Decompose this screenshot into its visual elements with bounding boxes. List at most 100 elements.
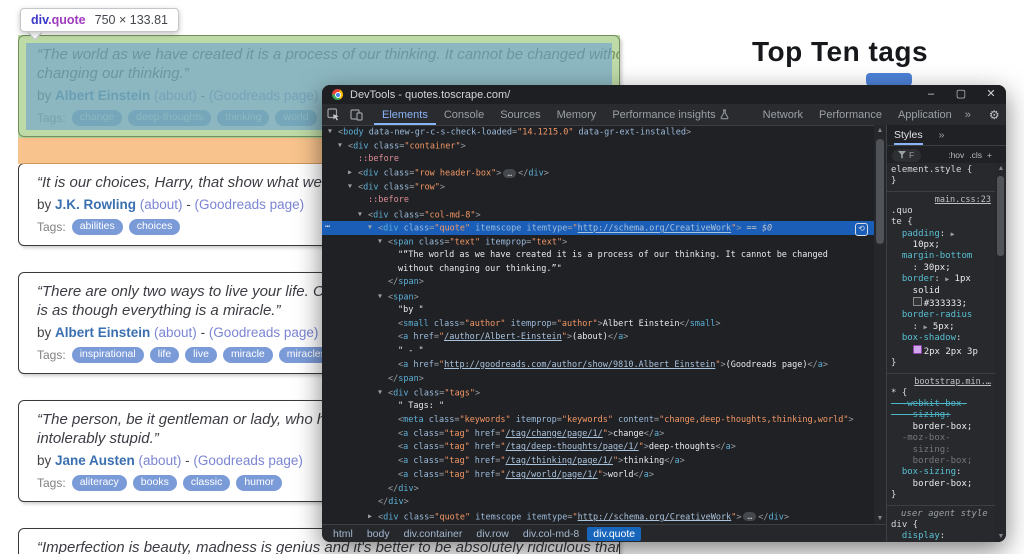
style-declaration[interactable]: element.style { (891, 165, 993, 176)
style-declaration[interactable]: border-box; (891, 479, 993, 490)
dom-tree-node[interactable]: <a href="http://goodreads.com/author/sho… (322, 359, 874, 373)
style-declaration[interactable]: margin-bottom (891, 251, 993, 262)
styles-scroll-down-icon[interactable]: ▼ (995, 533, 1006, 540)
style-declaration[interactable]: -moz-box- (891, 433, 993, 444)
scroll-down-icon[interactable]: ▼ (874, 515, 886, 522)
style-declaration[interactable]: * { (891, 388, 993, 399)
breadcrumb-div-row[interactable]: div.row (470, 527, 514, 541)
dom-tree-node[interactable]: </div> (322, 496, 874, 510)
breadcrumb-div-col-md-8[interactable]: div.col-md-8 (517, 527, 585, 541)
breadcrumb-div-container[interactable]: div.container (398, 527, 469, 541)
breadcrumb-body[interactable]: body (361, 527, 396, 541)
style-declaration[interactable]: sizing: (891, 410, 993, 421)
styles-filter-input[interactable]: F (892, 149, 921, 162)
goodreads-link[interactable]: (Goodreads page) (209, 88, 319, 103)
tag-pill[interactable]: books (133, 475, 177, 491)
style-declaration[interactable]: box-sizing: (891, 467, 993, 478)
style-declaration[interactable]: 10px; (891, 240, 993, 251)
gear-icon[interactable]: ⚙ (983, 108, 1006, 122)
tab-console[interactable]: Console (436, 104, 492, 125)
style-declaration[interactable]: border-box; (891, 456, 993, 467)
style-declaration[interactable]: : ▶ 5px; (891, 322, 993, 333)
dom-tree-node[interactable]: </span> (322, 276, 874, 290)
about-link[interactable]: (about) (150, 325, 197, 340)
tag-pill[interactable]: life (150, 347, 179, 363)
dom-tree-node[interactable]: ▼<span class="text" itemprop="text"> (322, 235, 874, 249)
expand-arrow-icon[interactable]: ▼ (348, 180, 358, 194)
style-declaration[interactable]: padding: ▶ (891, 229, 993, 240)
dom-tree-node[interactable]: ▼<span> (322, 290, 874, 304)
dom-tree-node[interactable]: " Tags: " (322, 400, 874, 414)
dom-tree-node[interactable]: ::before (322, 153, 874, 167)
dom-tree-node[interactable]: </span> (322, 373, 874, 387)
goodreads-link[interactable]: (Goodreads page) (193, 453, 303, 468)
tag-pill[interactable]: deep-thoughts (128, 110, 211, 126)
style-declaration[interactable]: box-shadow: (891, 333, 993, 344)
styles-scrollbar-thumb[interactable] (997, 176, 1004, 256)
dom-tree-node[interactable]: ▼<div class="col-md-8"> (322, 208, 874, 222)
dom-tree-node[interactable]: " - " (322, 345, 874, 359)
dom-tree-node[interactable]: ▼<div class="tags"> (322, 386, 874, 400)
styles-more-chevron[interactable]: » (939, 129, 945, 141)
maximize-button[interactable]: ▢ (946, 85, 976, 104)
dom-tree-node[interactable]: ▶<div class="row header-box">…</div> (322, 166, 874, 180)
dom-tree-node[interactable]: ▼<div class="row"> (322, 180, 874, 194)
tag-pill[interactable]: miracle (223, 347, 273, 363)
minimize-button[interactable]: – (916, 85, 946, 104)
elements-scrollbar[interactable]: ▲ ▼ (874, 125, 886, 524)
node-menu-dots[interactable]: ⋯ (325, 221, 330, 235)
style-declaration[interactable]: -webkit-box- (891, 399, 993, 410)
goodreads-link[interactable]: (Goodreads page) (195, 197, 305, 212)
breadcrumb-div-quote[interactable]: div.quote (587, 527, 641, 541)
style-declaration[interactable]: sizing: (891, 445, 993, 456)
inspect-element-icon[interactable] (322, 104, 345, 125)
dom-tree-node[interactable]: "by " (322, 304, 874, 318)
tag-pill[interactable]: abilities (72, 219, 123, 235)
dom-tree-node[interactable]: ▼<body data-new-gr-c-s-check-loaded="14.… (322, 125, 874, 139)
tab-application[interactable]: Application (890, 104, 960, 125)
tab-styles[interactable]: Styles (894, 126, 923, 145)
tab-elements[interactable]: Elements (374, 104, 436, 125)
dom-tree-node[interactable]: <a class="tag" href="/tag/thinking/page/… (322, 455, 874, 469)
dom-tree-node[interactable]: without changing our thinking.”" (322, 263, 874, 277)
scrollbar-thumb[interactable] (876, 139, 884, 244)
tag-pill[interactable]: choices (129, 219, 181, 235)
tag-pill[interactable]: world (275, 110, 316, 126)
expand-arrow-icon[interactable]: ▼ (328, 125, 338, 139)
close-button[interactable]: ✕ (976, 85, 1006, 104)
expand-arrow-icon[interactable]: ▼ (378, 290, 388, 304)
dom-tree-node[interactable]: <a class="tag" href="/tag/change/page/1/… (322, 428, 874, 442)
style-declaration[interactable]: te { (891, 217, 993, 228)
about-link[interactable]: (about) (150, 88, 197, 103)
device-toolbar-icon[interactable] (345, 104, 368, 125)
more-tabs-chevron[interactable]: » (960, 104, 976, 125)
style-declaration[interactable]: } (891, 358, 993, 369)
scroll-into-view-icon[interactable]: ⟲ (855, 223, 868, 236)
dom-tree-node[interactable]: <small class="author" itemprop="author">… (322, 318, 874, 332)
expand-arrow-icon[interactable]: ▶ (348, 166, 358, 180)
goodreads-link[interactable]: (Goodreads page) (209, 325, 319, 340)
tag-pill[interactable]: humor (236, 475, 282, 491)
expand-arrow-icon[interactable]: ▼ (358, 208, 368, 222)
expand-arrow-icon[interactable]: ▼ (368, 221, 378, 235)
tag-pill[interactable]: aliteracy (72, 475, 127, 491)
expand-arrow-icon[interactable]: ▼ (378, 386, 388, 400)
dom-tree-node[interactable]: ▶<div class="quote" itemscope itemtype="… (322, 510, 874, 524)
style-declaration[interactable]: div { (891, 520, 993, 531)
expand-arrow-icon[interactable]: ▼ (338, 139, 348, 153)
add-rule-button[interactable]: + (987, 150, 992, 160)
dom-tree-node[interactable]: <a href="/author/Albert-Einstein">(about… (322, 331, 874, 345)
tag-pill[interactable]: thinking (217, 110, 269, 126)
style-declaration[interactable]: display: (891, 531, 993, 542)
tab-performance[interactable]: Performance (811, 104, 890, 125)
expand-arrow-icon[interactable]: ▶ (368, 510, 378, 524)
style-declaration[interactable]: border-radius (891, 310, 993, 321)
style-declaration[interactable]: border: ▶ 1px (891, 274, 993, 285)
style-declaration[interactable]: 2px 2px 3p (891, 345, 993, 358)
dom-tree-node[interactable]: ::before (322, 194, 874, 208)
tag-pill[interactable]: classic (183, 475, 231, 491)
about-link[interactable]: (about) (135, 453, 182, 468)
style-declaration[interactable]: } (891, 176, 993, 187)
tag-pill[interactable]: change (72, 110, 122, 126)
shadow-swatch-icon[interactable] (913, 345, 922, 354)
